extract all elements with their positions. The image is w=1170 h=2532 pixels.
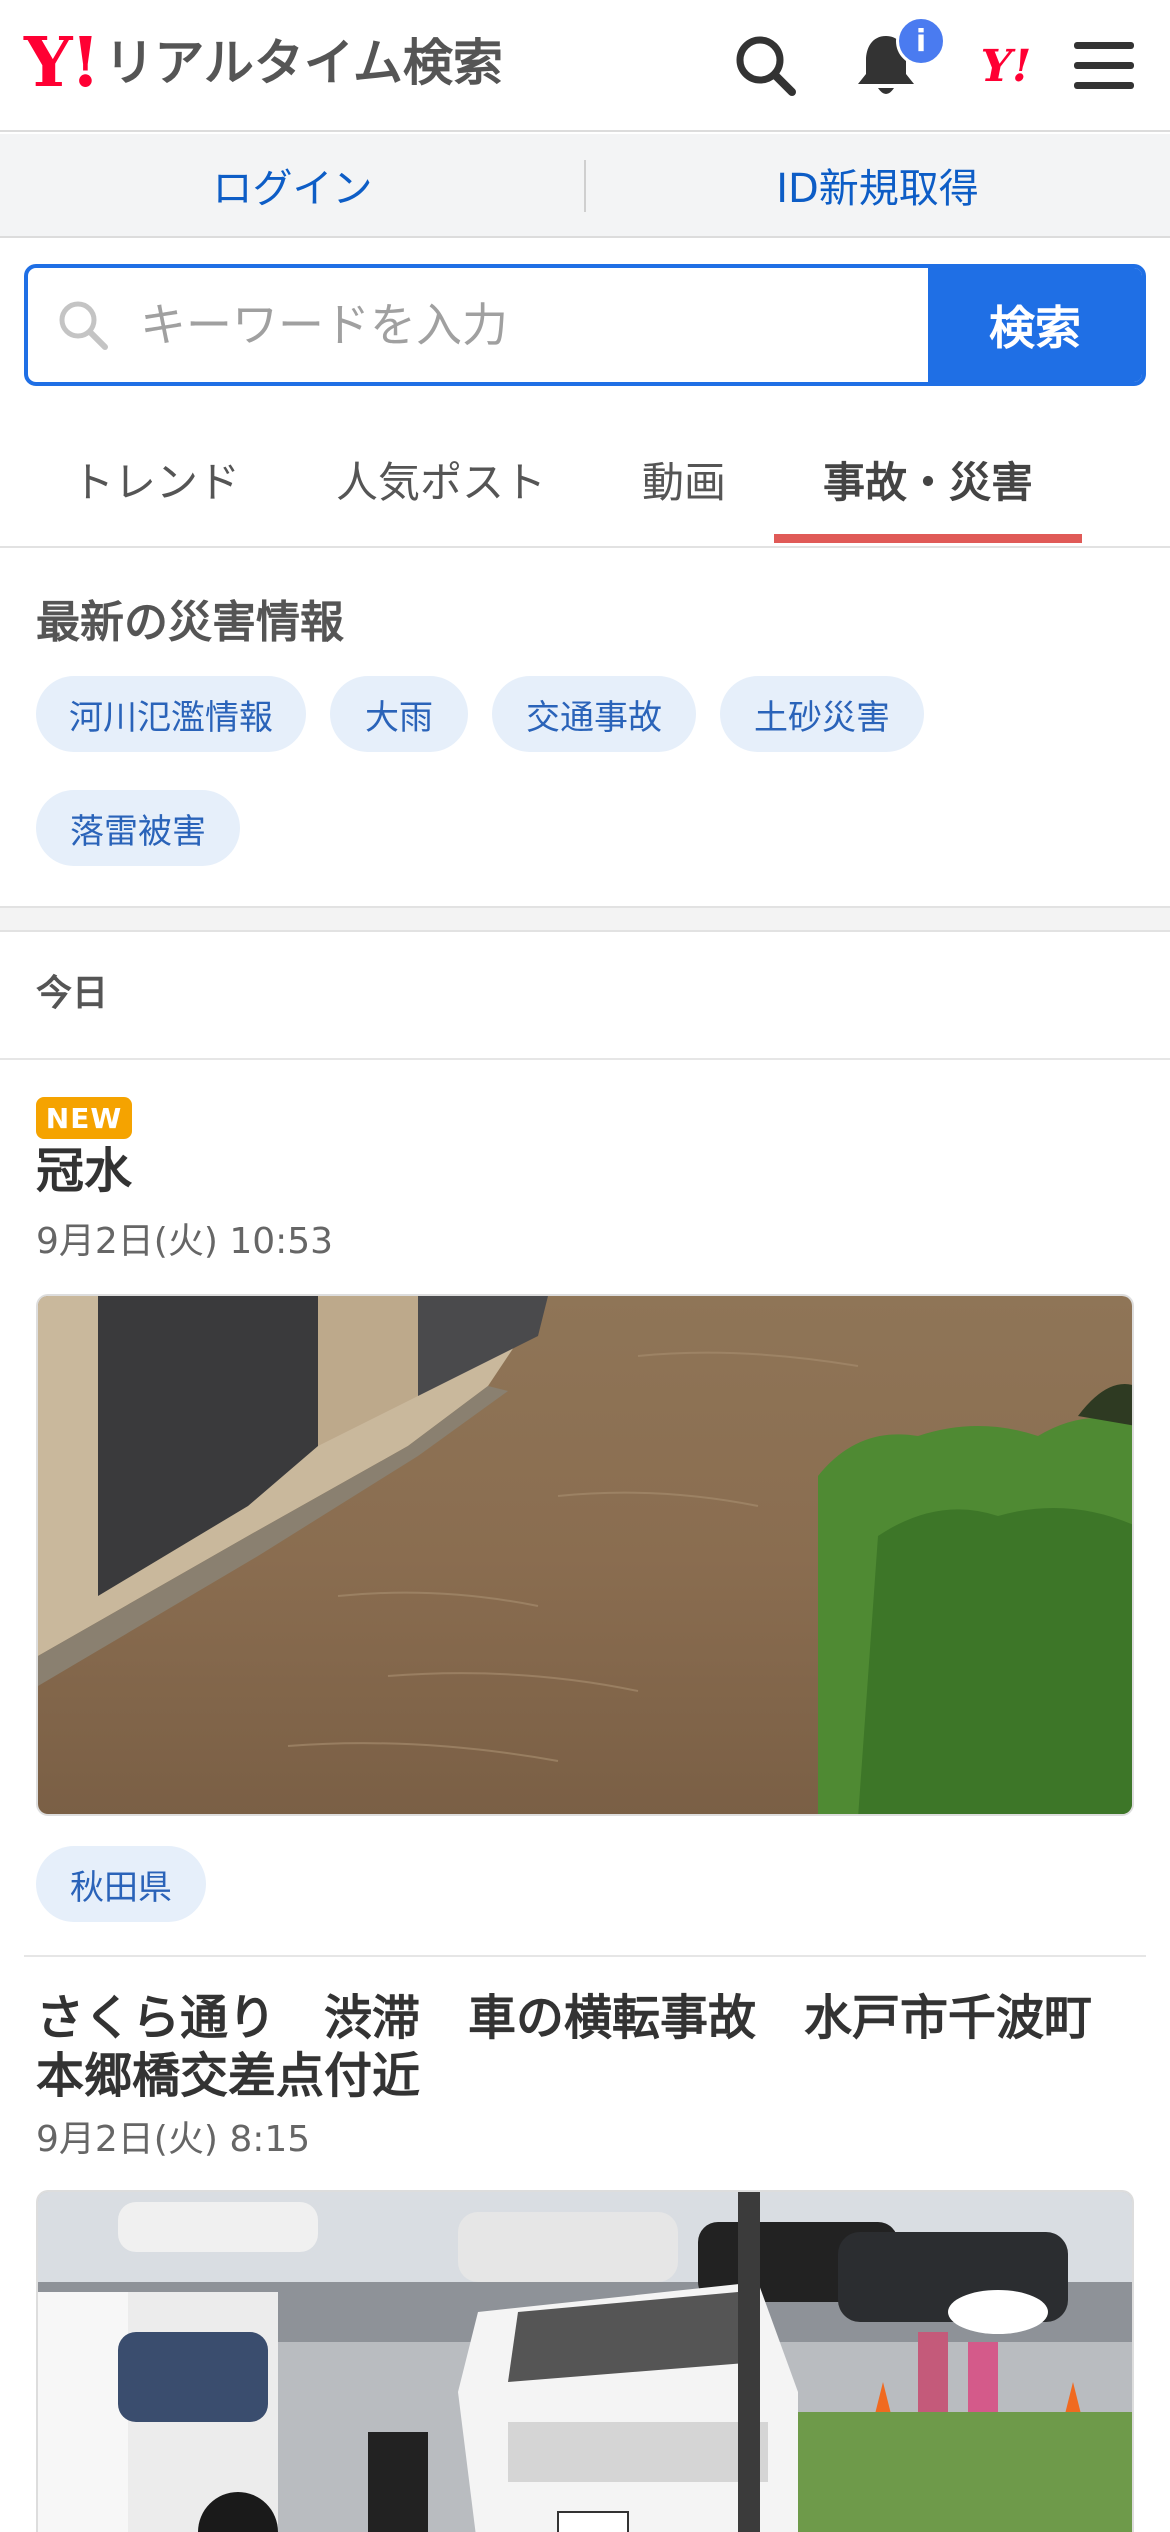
post-title[interactable]: さくら通り 渋滞 車の横転事故 水戸市千波町 本郷橋交差点付近 — [36, 1990, 1092, 2105]
yahoo-small-mark: Y! — [980, 40, 1032, 92]
chip-landslide[interactable]: 土砂災害 — [720, 676, 924, 752]
chip-traffic-accident[interactable]: 交通事故 — [492, 676, 696, 752]
yahoo-logo-mark: Y! — [24, 23, 100, 103]
search-field-wrapper[interactable] — [28, 268, 928, 382]
logo-title: リアルタイム検索 — [104, 34, 503, 92]
tab-accident-disaster[interactable]: 事故・災害 — [774, 410, 1082, 548]
yahoo-top-link-icon[interactable]: Y! — [966, 26, 1046, 106]
post-separator — [24, 1955, 1146, 1957]
section-gap — [0, 906, 1170, 932]
search-icon[interactable] — [726, 26, 806, 106]
chip-heavy-rain[interactable]: 大雨 — [330, 676, 468, 752]
post-date: 9月2日(火) 8:15 — [36, 2119, 311, 2160]
flood-photo[interactable] — [36, 1294, 1134, 1816]
accident-photo[interactable] — [36, 2190, 1134, 2532]
post-title[interactable]: 冠水 — [36, 1143, 132, 1201]
chip-river-flood[interactable]: 河川氾濫情報 — [36, 676, 306, 752]
category-tabs: トレンド 人気ポスト 動画 事故・災害 — [0, 410, 1170, 548]
hamburger-menu-icon[interactable] — [1064, 26, 1144, 106]
search-input[interactable] — [140, 298, 840, 352]
notification-badge: i — [896, 16, 946, 66]
tab-popular-posts[interactable]: 人気ポスト — [316, 410, 566, 548]
login-link[interactable]: ログイン — [0, 156, 585, 214]
search-box: 検索 — [24, 264, 1146, 386]
tab-video[interactable]: 動画 — [610, 410, 758, 548]
register-id-link[interactable]: ID新規取得 — [585, 156, 1170, 214]
new-badge: NEW — [36, 1097, 132, 1139]
yahoo-realtime-logo[interactable]: Y! リアルタイム検索 — [24, 28, 503, 98]
tab-trend[interactable]: トレンド — [36, 410, 276, 548]
chip-lightning-damage[interactable]: 落雷被害 — [36, 790, 240, 866]
post-title-line2: 本郷橋交差点付近 — [36, 2047, 421, 2104]
search-button[interactable]: 検索 — [928, 268, 1142, 382]
notification-bell-icon[interactable]: i — [846, 16, 946, 106]
active-tab-indicator — [774, 534, 1082, 543]
post-title-line1: さくら通り 渋滞 車の横転事故 水戸市千波町 — [36, 1990, 1093, 2046]
login-divider — [584, 160, 586, 212]
post-date: 9月2日(火) 10:53 — [36, 1221, 334, 1262]
login-bar: ログイン ID新規取得 — [0, 134, 1170, 238]
disaster-info-title: 最新の災害情報 — [36, 597, 344, 648]
day-label: 今日 — [36, 973, 109, 1014]
app-header: Y! リアルタイム検索 i Y! — [0, 0, 1170, 132]
search-field-icon — [59, 301, 108, 350]
divider — [0, 1058, 1170, 1060]
chip-location-akita[interactable]: 秋田県 — [36, 1846, 206, 1922]
